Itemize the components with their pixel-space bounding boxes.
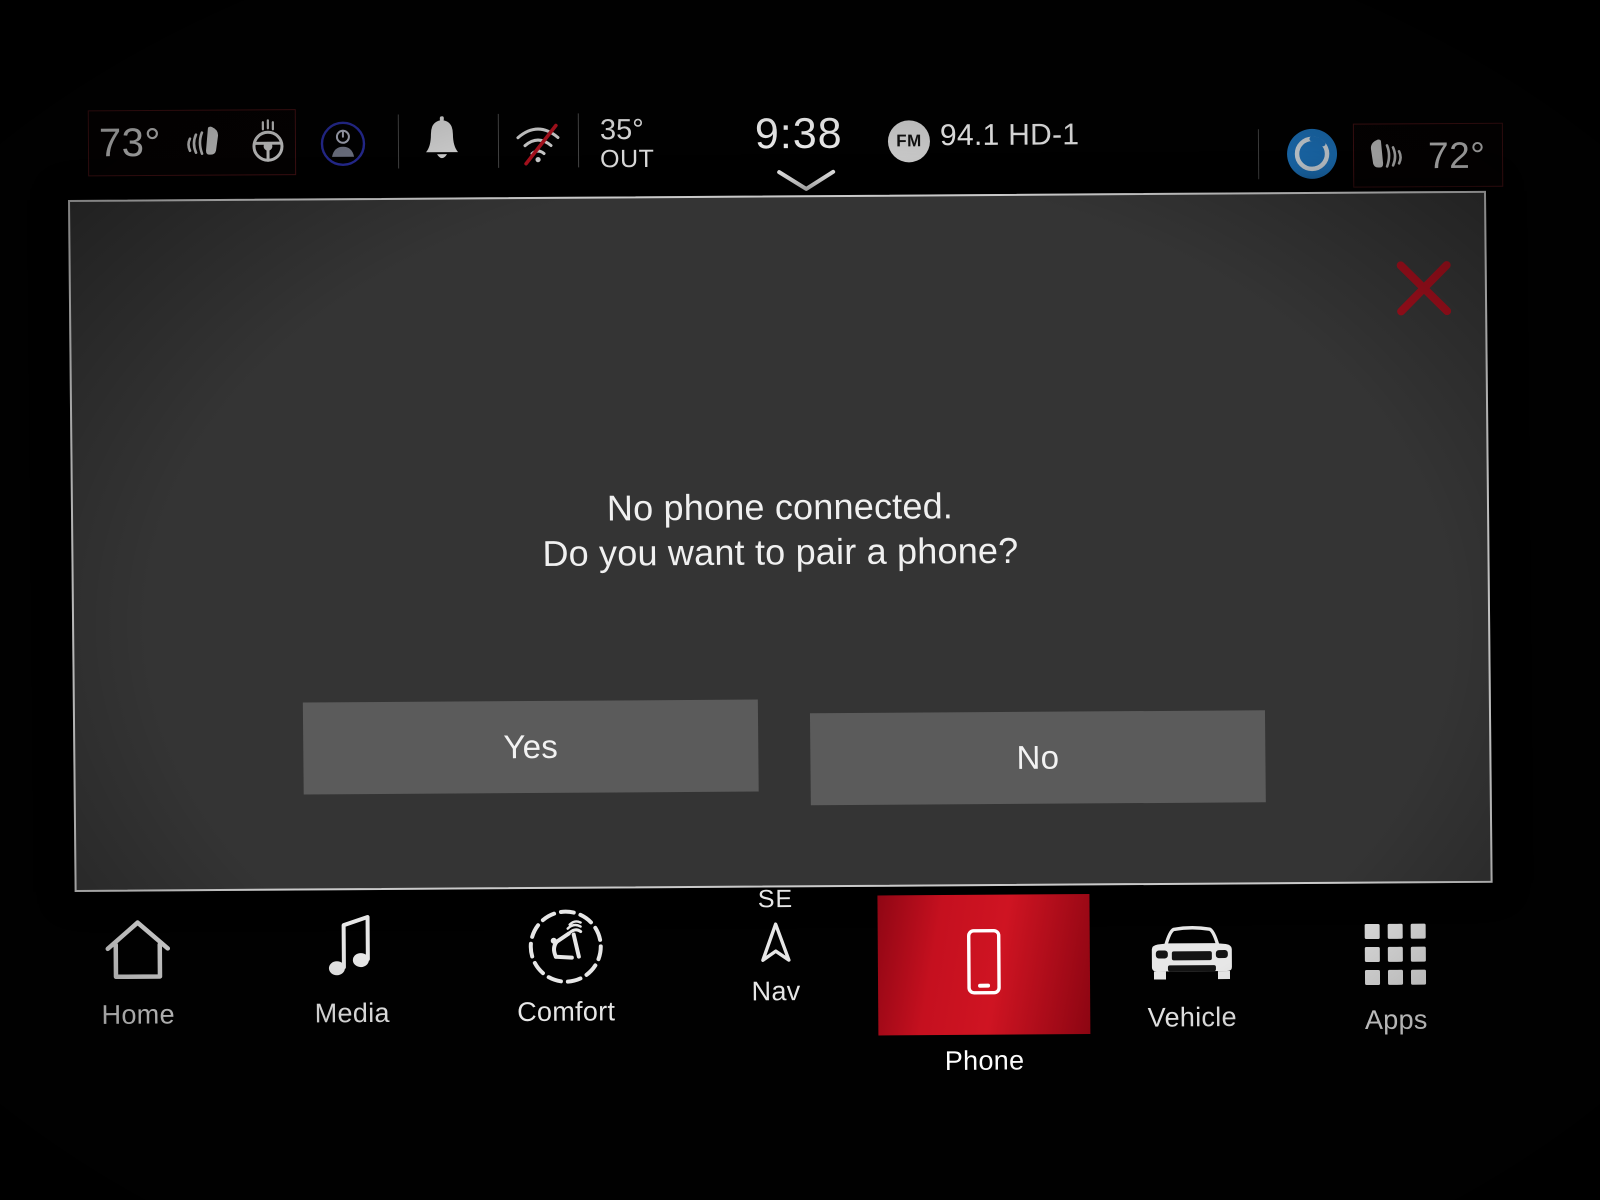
passenger-climate-zone[interactable]: 72° (1352, 122, 1504, 188)
infotainment-screen: 73° 35° OUT 9:38 FM 94.1 HD-1 72° No pho… (0, 0, 1600, 1200)
home-icon (99, 907, 176, 992)
driver-climate-zone[interactable]: 73° (87, 109, 297, 177)
nav-item-vehicle[interactable]: Vehicle (1101, 900, 1282, 1061)
assistant-circle-icon[interactable] (1285, 127, 1339, 181)
passenger-temperature: 72° (1427, 134, 1486, 176)
compass-arrow-icon (756, 916, 796, 970)
nav-label-comfort: Comfort (517, 996, 616, 1027)
status-divider (1257, 129, 1260, 180)
bell-icon[interactable] (418, 116, 466, 170)
bottom-nav-bar: Home Media Comfort SE Nav Phone Vehicle … (0, 885, 1600, 1076)
heated-seat-icon[interactable] (183, 122, 229, 162)
nav-label-phone: Phone (944, 1045, 1025, 1076)
driver-profile-icon[interactable] (318, 119, 368, 169)
fm-band-badge: FM (887, 120, 931, 163)
dialog-message: No phone connected. Do you want to pair … (73, 481, 1488, 579)
nav-label-home: Home (101, 999, 175, 1030)
radio-station[interactable]: 94.1 HD-1 (940, 118, 1080, 153)
status-divider (577, 113, 580, 168)
heated-steering-wheel-icon[interactable] (245, 119, 291, 165)
dialog-message-line-2: Do you want to pair a phone? (542, 529, 1019, 574)
nav-label-media: Media (314, 997, 390, 1029)
pair-phone-dialog: No phone connected. Do you want to pair … (68, 190, 1493, 892)
driver-temperature: 73° (98, 120, 162, 166)
nav-item-media[interactable]: Media (261, 896, 442, 1057)
nav-compass-heading: SE (757, 885, 794, 914)
clock[interactable]: 9:38 (755, 110, 843, 160)
outside-temp-value: 35° (599, 113, 644, 147)
wifi-off-icon[interactable] (512, 121, 564, 166)
outside-temperature: 35° OUT (599, 113, 655, 174)
vehicle-front-icon (1142, 910, 1243, 995)
outside-temp-label: OUT (599, 145, 655, 174)
nav-item-apps[interactable]: Apps (1305, 902, 1486, 1063)
chevron-down-icon[interactable] (775, 168, 837, 194)
nav-item-home[interactable]: Home (47, 897, 228, 1058)
no-button[interactable]: No (809, 710, 1266, 806)
nav-item-nav[interactable]: SE Nav (685, 885, 866, 1046)
nav-label-apps: Apps (1364, 1004, 1428, 1036)
phone-icon (960, 921, 1009, 1005)
status-divider (497, 113, 500, 168)
nav-item-phone[interactable]: Phone (877, 893, 1091, 1076)
heated-seat-icon[interactable] (1360, 134, 1406, 176)
close-x-icon[interactable] (1391, 255, 1458, 321)
nav-item-comfort[interactable]: Comfort (475, 894, 656, 1055)
nav-label-vehicle: Vehicle (1147, 1001, 1237, 1033)
comfort-seat-icon (521, 904, 610, 989)
grid-apps-icon (1361, 913, 1432, 997)
dialog-button-row: Yes No (302, 696, 1266, 806)
status-bar: 73° 35° OUT 9:38 FM 94.1 HD-1 72° (0, 87, 1600, 207)
music-note-icon (321, 906, 382, 990)
nav-label-nav: Nav (751, 975, 801, 1007)
status-divider (397, 114, 400, 169)
yes-button[interactable]: Yes (302, 699, 759, 795)
